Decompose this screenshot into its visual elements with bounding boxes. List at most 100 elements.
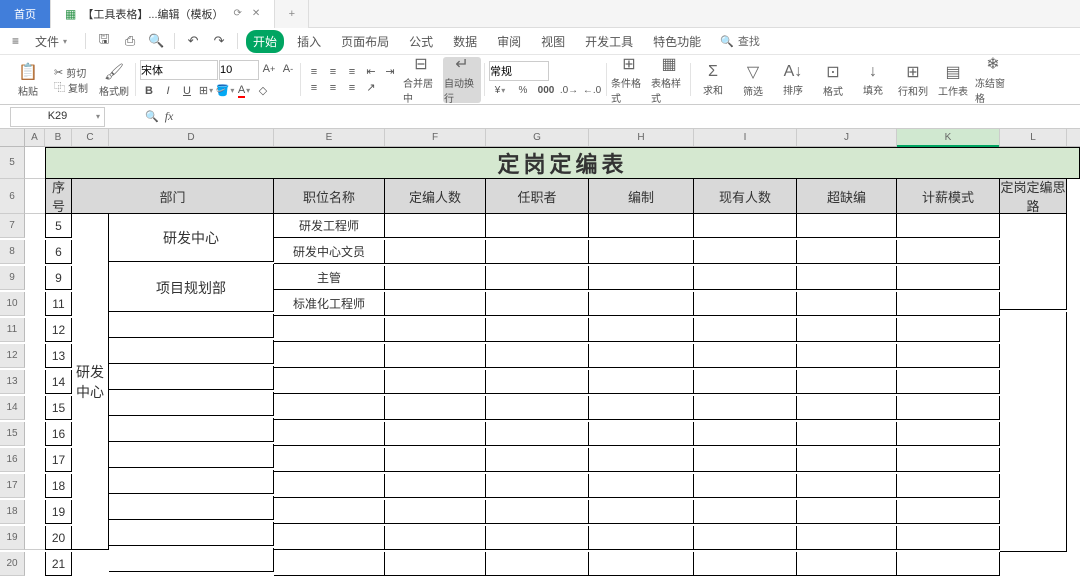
cell-seq[interactable]: 21 [45,552,72,576]
cell-blank[interactable] [897,240,1000,264]
row-7[interactable]: 7 [0,214,25,238]
name-box[interactable]: K29▾ [10,107,105,127]
percent-button[interactable]: % [512,83,534,99]
cell-blank[interactable] [274,396,385,420]
align-bottom-button[interactable]: ≡ [343,65,361,79]
italic-button[interactable]: I [159,82,177,100]
col-A[interactable]: A [25,129,45,146]
cell-blank[interactable] [385,448,486,472]
cell-blank[interactable] [897,214,1000,238]
cell-pos[interactable]: 标准化工程师 [274,292,385,316]
cell-blank[interactable] [694,396,797,420]
cell-blank[interactable] [274,500,385,524]
col-K[interactable]: K [897,129,1000,146]
border-button[interactable]: ⊞▾ [197,82,215,100]
cell-blank[interactable] [486,370,589,394]
format-button[interactable]: ⊡格式 [815,58,851,102]
wrap-button[interactable]: ↵自动换行 [444,58,480,102]
cell-blank[interactable] [109,366,274,390]
merge-button[interactable]: ⊟合并居中 [403,58,439,102]
fx-icon[interactable]: fx [165,109,174,124]
col-C[interactable]: C [72,129,109,146]
cell-blank[interactable] [109,418,274,442]
cell-blank[interactable] [589,240,694,264]
orient-button[interactable]: ↗ [362,81,380,95]
fx-search-icon[interactable]: 🔍 [145,110,159,123]
number-format-select[interactable] [489,61,549,81]
row-19[interactable]: 19 [0,526,25,550]
underline-button[interactable]: U [178,82,196,100]
cell-blank[interactable] [109,444,274,468]
cell-blank[interactable] [797,344,897,368]
cell-blank[interactable] [385,344,486,368]
row-9[interactable]: 9 [0,266,25,290]
row-17[interactable]: 17 [0,474,25,498]
cell-blank[interactable] [797,500,897,524]
print-icon[interactable]: ⎙ [120,33,140,49]
refresh-icon[interactable]: ⟳ [234,8,242,19]
row-6[interactable]: 6 [0,179,25,214]
hamburger-icon[interactable]: ≡ [8,32,23,50]
col-D[interactable]: D [109,129,274,146]
menu-review[interactable]: 审阅 [490,30,528,53]
cell-blank[interactable] [897,422,1000,446]
cell-subdept[interactable]: 项目规划部 [109,264,274,312]
row-11[interactable]: 11 [0,318,25,342]
cell-blank[interactable] [385,474,486,498]
cell-blank[interactable] [274,422,385,446]
cell-blank[interactable] [486,318,589,342]
row-18[interactable]: 18 [0,500,25,524]
cell-pos[interactable]: 研发中心文员 [274,240,385,264]
align-left-button[interactable]: ≡ [305,81,323,95]
hdr-plan[interactable]: 定编人数 [385,179,486,214]
cell-blank[interactable] [694,344,797,368]
cell-blank[interactable] [589,448,694,472]
cell-blank[interactable] [385,370,486,394]
menu-special[interactable]: 特色功能 [646,30,708,53]
paste-button[interactable]: 📋粘贴 [10,58,46,102]
row-5[interactable]: 5 [0,147,25,179]
align-middle-button[interactable]: ≡ [324,65,342,79]
col-J[interactable]: J [797,129,897,146]
undo-icon[interactable]: ↶ [183,33,203,49]
increase-font-button[interactable]: A+ [260,60,278,78]
row-8[interactable]: 8 [0,240,25,264]
align-right-button[interactable]: ≡ [343,81,361,95]
tab-document[interactable]: ▦ 【工具表格】...编辑（模板） ⟳ ✕ [51,0,275,28]
cell-blank[interactable] [694,214,797,238]
worksheet-button[interactable]: ▤工作表 [935,58,971,102]
cell-blank[interactable] [694,266,797,290]
tab-home[interactable]: 首页 [0,0,51,28]
cell-seq[interactable]: 5 [45,214,72,238]
cell-blank[interactable] [797,292,897,316]
cell-blank[interactable] [486,552,589,576]
cell-blank[interactable] [897,370,1000,394]
cell-blank[interactable] [897,526,1000,550]
cell-blank[interactable] [694,500,797,524]
row-16[interactable]: 16 [0,448,25,472]
cell-blank[interactable] [385,552,486,576]
cell-blank[interactable] [486,292,589,316]
filter-button[interactable]: ▽筛选 [735,58,771,102]
sort-button[interactable]: A↓排序 [775,58,811,102]
menu-search[interactable]: 🔍 查找 [720,33,760,49]
align-top-button[interactable]: ≡ [305,65,323,79]
cell-blank[interactable] [897,396,1000,420]
cell-blank[interactable] [589,422,694,446]
cell-pos[interactable]: 研发工程师 [274,214,385,238]
row-10[interactable]: 10 [0,292,25,316]
inc-decimal-button[interactable]: .0→ [558,83,580,99]
cell-blank[interactable] [274,448,385,472]
cell-seq[interactable]: 16 [45,422,72,446]
row-14[interactable]: 14 [0,396,25,420]
size-select[interactable] [219,60,259,80]
cell-blank[interactable] [274,552,385,576]
cell-blank[interactable] [385,396,486,420]
cell-blank[interactable] [486,214,589,238]
cell-blank[interactable] [694,318,797,342]
sheet-title[interactable]: 定岗定编表 [45,147,1080,179]
cell-blank[interactable] [385,292,486,316]
copy-button[interactable]: ⿻复制 [50,80,92,94]
cell-blank[interactable] [694,292,797,316]
menu-insert[interactable]: 插入 [290,30,328,53]
